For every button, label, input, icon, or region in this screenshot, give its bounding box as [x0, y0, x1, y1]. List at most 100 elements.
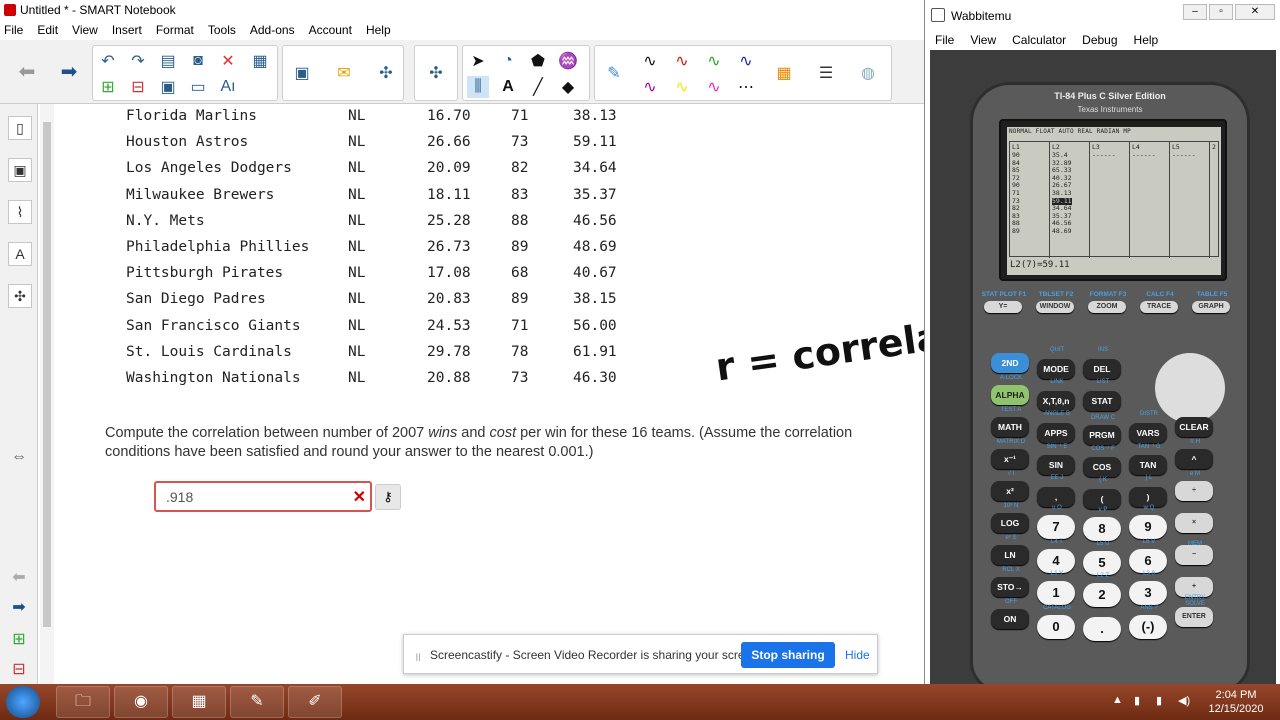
redo-icon[interactable]: ↷: [127, 50, 149, 72]
text-tool-icon[interactable]: A: [497, 76, 519, 98]
key-neg[interactable]: (-): [1129, 615, 1167, 639]
wabbitemu-task-icon[interactable]: ▦: [172, 686, 226, 718]
delete-page-side-icon[interactable]: ⊟: [8, 658, 30, 680]
fkey-button[interactable]: GRAPH: [1192, 301, 1230, 313]
table-icon[interactable]: ▦: [249, 50, 271, 72]
network-icon[interactable]: ▮: [1156, 694, 1162, 707]
menu-file[interactable]: File: [4, 23, 23, 37]
pen-icon[interactable]: ✎: [603, 62, 625, 84]
key-n6[interactable]: 6: [1129, 549, 1167, 573]
key-k2nd[interactable]: 2ND: [991, 353, 1029, 373]
key-sin[interactable]: SIN: [1037, 455, 1075, 475]
tray-icon[interactable]: ▮: [1134, 694, 1140, 707]
color-palette-icon[interactable]: ▦: [773, 62, 795, 84]
key-n7[interactable]: 7: [1037, 515, 1075, 539]
shape-pen-icon[interactable]: ◔: [497, 50, 519, 72]
key-clear[interactable]: CLEAR: [1175, 417, 1213, 437]
menu-edit[interactable]: Edit: [37, 23, 58, 37]
delete-page-icon[interactable]: ⊟: [127, 76, 149, 98]
save-icon[interactable]: ▣: [157, 76, 179, 98]
key-div[interactable]: ÷: [1175, 481, 1213, 501]
key-sto[interactable]: STO→: [991, 577, 1029, 597]
key-sub[interactable]: −: [1175, 545, 1213, 565]
start-button[interactable]: [6, 686, 40, 718]
eraser-icon[interactable]: ◆: [557, 76, 579, 98]
notebook-canvas[interactable]: Florida Marlins NL 16.70 71 38.13 Houston Ast…: [55, 104, 924, 684]
display-icon[interactable]: ▣: [291, 62, 313, 84]
shapes-icon[interactable]: ⬟: [527, 50, 549, 72]
minimize-button[interactable]: –: [1183, 4, 1207, 20]
back-icon[interactable]: ⬅: [16, 60, 38, 83]
attachments-icon[interactable]: ⌇: [8, 200, 32, 224]
pen-blue[interactable]: ∿: [735, 50, 757, 72]
gallery-icon[interactable]: ▣: [8, 158, 32, 182]
key-log[interactable]: LOG: [991, 513, 1029, 533]
menu-addons[interactable]: Add-ons: [250, 23, 295, 37]
add-page-icon[interactable]: ⊞: [97, 76, 119, 98]
page-sorter-icon[interactable]: ▯: [8, 116, 32, 140]
key-xton[interactable]: X,T,θ,n: [1037, 391, 1075, 411]
notebook-task-icon[interactable]: ✎: [230, 686, 284, 718]
screenshot-icon[interactable]: ◙: [187, 50, 209, 72]
pen-magenta[interactable]: ∿: [703, 76, 725, 98]
menu-tools[interactable]: Tools: [208, 23, 236, 37]
smart-ink-icon[interactable]: ✐: [288, 686, 342, 718]
key-prgm[interactable]: PRGM: [1083, 425, 1121, 445]
key-x2[interactable]: x²: [991, 481, 1029, 501]
wabbit-menu-help[interactable]: Help: [1134, 33, 1159, 47]
stop-sharing-button[interactable]: Stop sharing: [741, 642, 835, 668]
menu-account[interactable]: Account: [309, 23, 352, 37]
key-xinv[interactable]: x⁻¹: [991, 449, 1029, 469]
gallery-puzzle-icon[interactable]: ✣: [425, 62, 447, 84]
drag-grip-icon[interactable]: ॥: [414, 648, 421, 665]
key-n8[interactable]: 8: [1083, 517, 1121, 541]
wabbit-menu-calculator[interactable]: Calculator: [1012, 33, 1066, 47]
key-tan[interactable]: TAN: [1129, 455, 1167, 475]
key-n5[interactable]: 5: [1083, 551, 1121, 575]
key-icon[interactable]: ⚷: [375, 484, 401, 510]
key-mode[interactable]: MODE: [1037, 359, 1075, 379]
key-cos[interactable]: COS: [1083, 457, 1121, 477]
add-page-side-icon[interactable]: ⊞: [8, 628, 30, 650]
delete-icon[interactable]: ✕: [217, 50, 239, 72]
addon-icon[interactable]: ✣: [375, 62, 397, 84]
key-n1[interactable]: 1: [1037, 581, 1075, 605]
key-stat[interactable]: STAT: [1083, 391, 1121, 411]
pen-yellow[interactable]: ∿: [671, 76, 693, 98]
pens-icon[interactable]: ⫼: [467, 76, 489, 98]
maximize-button[interactable]: ▫: [1209, 4, 1233, 20]
text-icon[interactable]: Aı: [217, 76, 239, 98]
wabbit-menu-view[interactable]: View: [970, 33, 996, 47]
fkey-button[interactable]: ZOOM: [1088, 301, 1126, 313]
scroll-thumb[interactable]: [43, 122, 51, 627]
key-rp[interactable]: ): [1129, 487, 1167, 507]
menu-view[interactable]: View: [72, 23, 98, 37]
key-comma[interactable]: ,: [1037, 487, 1075, 507]
line-icon[interactable]: ╱: [527, 76, 549, 98]
forward-icon[interactable]: ➡: [58, 60, 80, 83]
addons-tab-icon[interactable]: ✣: [8, 284, 32, 308]
fkey-button[interactable]: WINDOW: [1036, 301, 1074, 313]
key-ln[interactable]: LN: [991, 545, 1029, 565]
key-lp[interactable]: (: [1083, 489, 1121, 509]
pen-green[interactable]: ∿: [703, 50, 725, 72]
key-mul[interactable]: ×: [1175, 513, 1213, 533]
screen-shade-icon[interactable]: ▭: [187, 76, 209, 98]
close-button[interactable]: ✕: [1235, 4, 1275, 20]
key-n2[interactable]: 2: [1083, 583, 1121, 607]
select-arrow-icon[interactable]: ➤: [467, 50, 489, 72]
file-explorer-icon[interactable]: 🗀: [56, 686, 110, 718]
key-n9[interactable]: 9: [1129, 515, 1167, 539]
key-vars[interactable]: VARS: [1129, 423, 1167, 443]
fill-effects-icon[interactable]: ◍: [857, 62, 879, 84]
paste-icon[interactable]: ▤: [157, 50, 179, 72]
wabbit-menu-debug[interactable]: Debug: [1082, 33, 1117, 47]
menu-format[interactable]: Format: [156, 23, 194, 37]
menu-insert[interactable]: Insert: [112, 23, 142, 37]
key-on[interactable]: ON: [991, 609, 1029, 629]
pen-dashed[interactable]: ⋯: [735, 76, 757, 98]
key-n0[interactable]: 0: [1037, 615, 1075, 639]
key-apps[interactable]: APPS: [1037, 423, 1075, 443]
hide-link[interactable]: Hide: [845, 648, 870, 662]
move-sidebar-icon[interactable]: ⇔: [8, 446, 30, 468]
